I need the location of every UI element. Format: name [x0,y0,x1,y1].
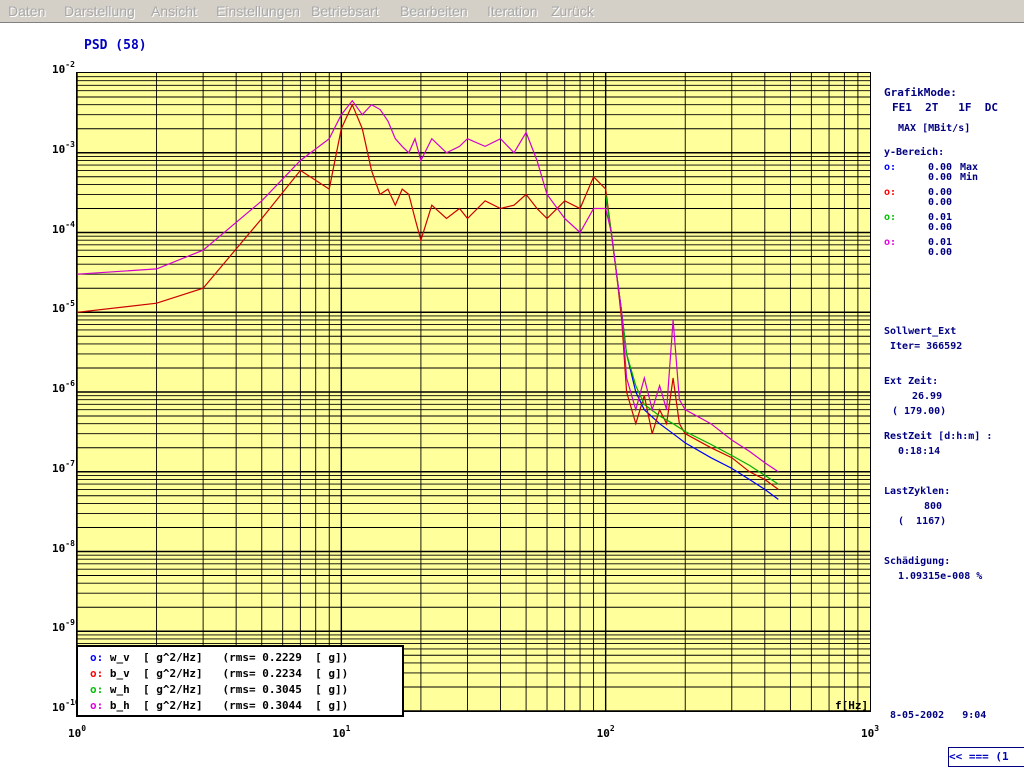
lastzyklen-label: LastZyklen: [884,486,951,497]
legend-marker: o: [90,699,104,712]
schaedigung-value: 1.09315e-008 % [898,571,983,582]
tick-exponent: 0 [81,724,87,733]
y-tick-label: 10-7 [52,459,75,475]
tick-exponent: -7 [65,458,75,468]
yb-value-2: 0.00 [928,222,953,233]
tick-base: 10 [52,142,66,156]
tick-exponent: -8 [65,538,75,548]
yb-row-w-h: o: 0.01 [884,212,952,223]
ext-zeit-total: ( 179.00) [892,406,947,417]
legend-marker: o: [90,651,104,664]
yb-min-suffix: Min [960,172,979,183]
x-axis-title: f[Hz] [835,699,869,712]
legend-text: b_v [ g^2/Hz] (rms= 0.2234 [ g]) [109,667,349,680]
psd-plot-area [76,72,871,712]
y-tick-label: 10-8 [52,539,75,555]
y-bereich-label: y-Bereich: [884,147,945,158]
menu-einstellungen[interactable]: Einstellungen [216,3,300,19]
tick-base: 10 [52,382,66,395]
y-tick-label: 10-9 [52,618,75,634]
max-unit-label: MAX [MBit/s] [898,123,971,134]
tick-base: 10 [52,302,66,316]
tick-base: 10 [68,727,82,740]
menu-betriebsart[interactable]: Betriebsart [311,3,379,19]
y-tick-label: 10-4 [52,220,75,236]
menu-bar: Daten Darstellung Ansicht Einstellungen … [0,0,1024,23]
menu-zurueck[interactable]: Zurück [551,3,594,19]
yb-row-b-v: o: 0.00 [884,187,952,198]
series-line-w-h [605,194,779,485]
plot-title: PSD (58) [84,38,147,53]
legend-text: w_h [ g^2/Hz] (rms= 0.3045 [ g]) [109,683,349,696]
tick-base: 10 [52,701,66,714]
lastzyklen-total: ( 1167) [898,516,947,527]
x-tick-label: 100 [68,724,86,740]
legend-row-b-h: o: b_h [ g^2/Hz] (rms= 0.3044 [ g]) [90,699,348,712]
x-tick-label: 101 [332,724,350,740]
tick-exponent: -2 [65,60,75,69]
legend-row-w-h: o: w_h [ g^2/Hz] (rms= 0.3045 [ g]) [90,683,348,696]
tick-exponent: -9 [65,618,75,628]
y-tick-label: 10-6 [52,379,75,395]
grafikmode-label: GrafikMode: [884,86,957,99]
legend-row-b-v: o: b_v [ g^2/Hz] (rms= 0.2234 [ g]) [90,667,348,680]
series-line-b-v [77,103,779,490]
menu-iteration[interactable]: Iteration [487,3,538,19]
tick-exponent: -5 [65,299,75,309]
grafikmode-value: FE1 2T 1F DC [892,101,998,114]
y-tick-label: 10-5 [52,299,75,315]
yb-value-2: 0.00 [928,197,953,208]
iter-value: Iter= 366592 [890,341,963,352]
tick-base: 10 [596,727,610,740]
tick-base: 10 [52,222,66,236]
yb-marker: o: [884,212,897,223]
x-tick-label: 103 [861,724,879,740]
tick-exponent: -6 [65,379,75,388]
tick-base: 10 [52,461,66,475]
restzeit-value: 0:18:14 [898,446,941,457]
status-panel: GrafikMode: FE1 2T 1F DC MAX [MBit/s] y-… [880,72,1024,768]
tick-exponent: -4 [65,219,75,229]
menu-bearbeiten[interactable]: Bearbeiten [400,3,468,19]
menu-darstellung[interactable]: Darstellung [64,3,135,19]
ext-zeit-label: Ext Zeit: [884,376,939,387]
tick-exponent: 1 [345,724,351,733]
menu-daten[interactable]: Daten [8,3,45,19]
yb-value-2: 0.00 [928,247,953,258]
menu-ansicht[interactable]: Ansicht [151,3,197,19]
ext-zeit-value: 26.99 [912,391,943,402]
tick-base: 10 [52,621,66,635]
tick-base: 10 [52,63,66,76]
psd-chart [77,73,870,711]
datetime: 8-05-2002 9:04 [890,710,987,721]
tick-exponent: 2 [609,724,615,733]
tick-base: 10 [861,727,875,740]
y-tick-label: 10-2 [52,60,75,76]
legend-marker: o: [90,667,104,680]
back-button[interactable]: << === (1 [948,747,1024,767]
yb-marker: o: [884,162,897,173]
yb-row-b-h: o: 0.01 [884,237,952,248]
x-tick-label: 102 [597,724,615,740]
yb-marker: o: [884,237,897,248]
legend-marker: o: [90,683,104,696]
restzeit-label: RestZeit [d:h:m] : [884,431,993,442]
tick-base: 10 [52,541,66,555]
tick-base: 10 [332,727,346,740]
legend-row-w-v: o: w_v [ g^2/Hz] (rms= 0.2229 [ g]) [90,651,348,664]
tick-exponent: -3 [65,139,75,149]
y-tick-label: 10-3 [52,140,75,156]
schaedigung-label: Schädigung: [884,556,951,567]
yb-min-value: 0.00 [928,172,953,183]
tick-exponent: 3 [874,724,880,733]
yb-marker: o: [884,187,897,198]
lastzyklen-value: 800 [924,501,943,512]
yb-row-w-v: o: 0.00 Max [884,162,978,173]
sollwert-label: Sollwert_Ext [884,326,957,337]
legend: o: w_v [ g^2/Hz] (rms= 0.2229 [ g]) o: b… [76,645,404,717]
legend-text: w_v [ g^2/Hz] (rms= 0.2229 [ g]) [109,651,349,664]
legend-text: b_h [ g^2/Hz] (rms= 0.3044 [ g]) [109,699,349,712]
